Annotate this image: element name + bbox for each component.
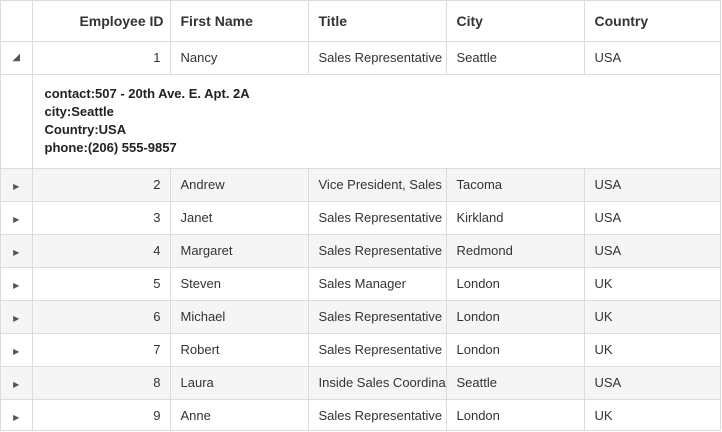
column-header-country[interactable]: Country [583, 1, 720, 42]
cell-country: USA [583, 168, 720, 202]
caret-right-icon: ▶ [13, 248, 20, 257]
cell-city: London [445, 300, 584, 334]
table-row[interactable]: ▶ 5 Steven Sales Manager London UK [1, 267, 720, 301]
row-expander[interactable]: ▶ [1, 168, 32, 202]
row-expander[interactable]: ▶ [1, 267, 32, 301]
cell-employee-id: 7 [31, 333, 170, 367]
row-expander[interactable]: ▶ [1, 333, 32, 367]
cell-country: USA [583, 201, 720, 235]
column-header-city[interactable]: City [445, 1, 584, 42]
cell-title: Sales Representative [307, 399, 446, 430]
table-row[interactable]: ▶ 3 Janet Sales Representative Kirkland … [1, 201, 720, 235]
cell-title: Sales Manager [307, 267, 446, 301]
table-row[interactable]: ◢ 1 Nancy Sales Representative Seattle U… [1, 41, 720, 75]
row-expander[interactable]: ▶ [1, 201, 32, 235]
row-expander[interactable]: ▶ [1, 366, 32, 400]
cell-employee-id: 9 [31, 399, 170, 430]
header-row: Employee ID First Name Title City Countr… [1, 1, 720, 42]
cell-first-name: Nancy [169, 41, 308, 75]
table-row[interactable]: ▶ 2 Andrew Vice President, Sales Tacoma … [1, 168, 720, 202]
cell-city: London [445, 399, 584, 430]
cell-first-name: Steven [169, 267, 308, 301]
cell-employee-id: 5 [31, 267, 170, 301]
cell-city: Kirkland [445, 201, 584, 235]
caret-right-icon: ▶ [13, 380, 20, 389]
cell-country: USA [583, 366, 720, 400]
cell-city: London [445, 267, 584, 301]
cell-employee-id: 2 [31, 168, 170, 202]
detail-row: contact:507 - 20th Ave. E. Apt. 2A city:… [1, 74, 720, 169]
caret-right-icon: ▶ [13, 347, 20, 356]
table-row[interactable]: ▶ 8 Laura Inside Sales Coordinator Seatt… [1, 366, 720, 400]
table-row[interactable]: ▶ 7 Robert Sales Representative London U… [1, 333, 720, 367]
row-expander[interactable]: ▶ [1, 234, 32, 268]
cell-title: Sales Representative [307, 300, 446, 334]
cell-title: Sales Representative [307, 201, 446, 235]
cell-employee-id: 8 [31, 366, 170, 400]
row-expander[interactable]: ▶ [1, 399, 32, 430]
caret-down-icon: ◢ [12, 52, 21, 63]
row-expander[interactable]: ▶ [1, 300, 32, 334]
grid-table: Employee ID First Name Title City Countr… [1, 1, 720, 430]
caret-right-icon: ▶ [13, 281, 20, 290]
caret-right-icon: ▶ [13, 182, 20, 191]
cell-title: Inside Sales Coordinator [307, 366, 446, 400]
table-row[interactable]: ▶ 6 Michael Sales Representative London … [1, 300, 720, 334]
cell-country: USA [583, 41, 720, 75]
grid-body: ◢ 1 Nancy Sales Representative Seattle U… [1, 41, 720, 430]
cell-city: Tacoma [445, 168, 584, 202]
detail-contact: contact:507 - 20th Ave. E. Apt. 2A [44, 85, 250, 101]
cell-country: UK [583, 333, 720, 367]
column-header-title[interactable]: Title [307, 1, 446, 42]
column-header-employee-id[interactable]: Employee ID [31, 1, 170, 42]
cell-country: USA [583, 234, 720, 268]
detail-indent-cell [1, 74, 32, 169]
detail-country: Country:USA [44, 121, 127, 137]
caret-right-icon: ▶ [13, 215, 20, 224]
expand-column-header [1, 1, 32, 42]
column-header-first-name[interactable]: First Name [169, 1, 308, 42]
row-expander[interactable]: ◢ [1, 41, 32, 75]
cell-first-name: Laura [169, 366, 308, 400]
cell-first-name: Anne [169, 399, 308, 430]
cell-city: London [445, 333, 584, 367]
caret-right-icon: ▶ [13, 413, 20, 422]
cell-employee-id: 6 [31, 300, 170, 334]
detail-panel: contact:507 - 20th Ave. E. Apt. 2A city:… [31, 74, 720, 169]
cell-first-name: Janet [169, 201, 308, 235]
cell-employee-id: 1 [31, 41, 170, 75]
cell-country: UK [583, 399, 720, 430]
detail-phone: phone:(206) 555-9857 [44, 139, 177, 155]
cell-country: UK [583, 300, 720, 334]
cell-first-name: Robert [169, 333, 308, 367]
table-row[interactable]: ▶ 4 Margaret Sales Representative Redmon… [1, 234, 720, 268]
cell-first-name: Margaret [169, 234, 308, 268]
employee-grid: Employee ID First Name Title City Countr… [0, 0, 721, 431]
cell-city: Seattle [445, 366, 584, 400]
cell-title: Sales Representative [307, 41, 446, 75]
table-row[interactable]: ▶ 9 Anne Sales Representative London UK [1, 399, 720, 430]
caret-right-icon: ▶ [13, 314, 20, 323]
detail-city: city:Seattle [44, 103, 114, 119]
cell-city: Seattle [445, 41, 584, 75]
cell-employee-id: 3 [31, 201, 170, 235]
cell-employee-id: 4 [31, 234, 170, 268]
cell-title: Sales Representative [307, 333, 446, 367]
cell-country: UK [583, 267, 720, 301]
cell-first-name: Michael [169, 300, 308, 334]
cell-city: Redmond [445, 234, 584, 268]
cell-title: Vice President, Sales [307, 168, 446, 202]
cell-title: Sales Representative [307, 234, 446, 268]
cell-first-name: Andrew [169, 168, 308, 202]
